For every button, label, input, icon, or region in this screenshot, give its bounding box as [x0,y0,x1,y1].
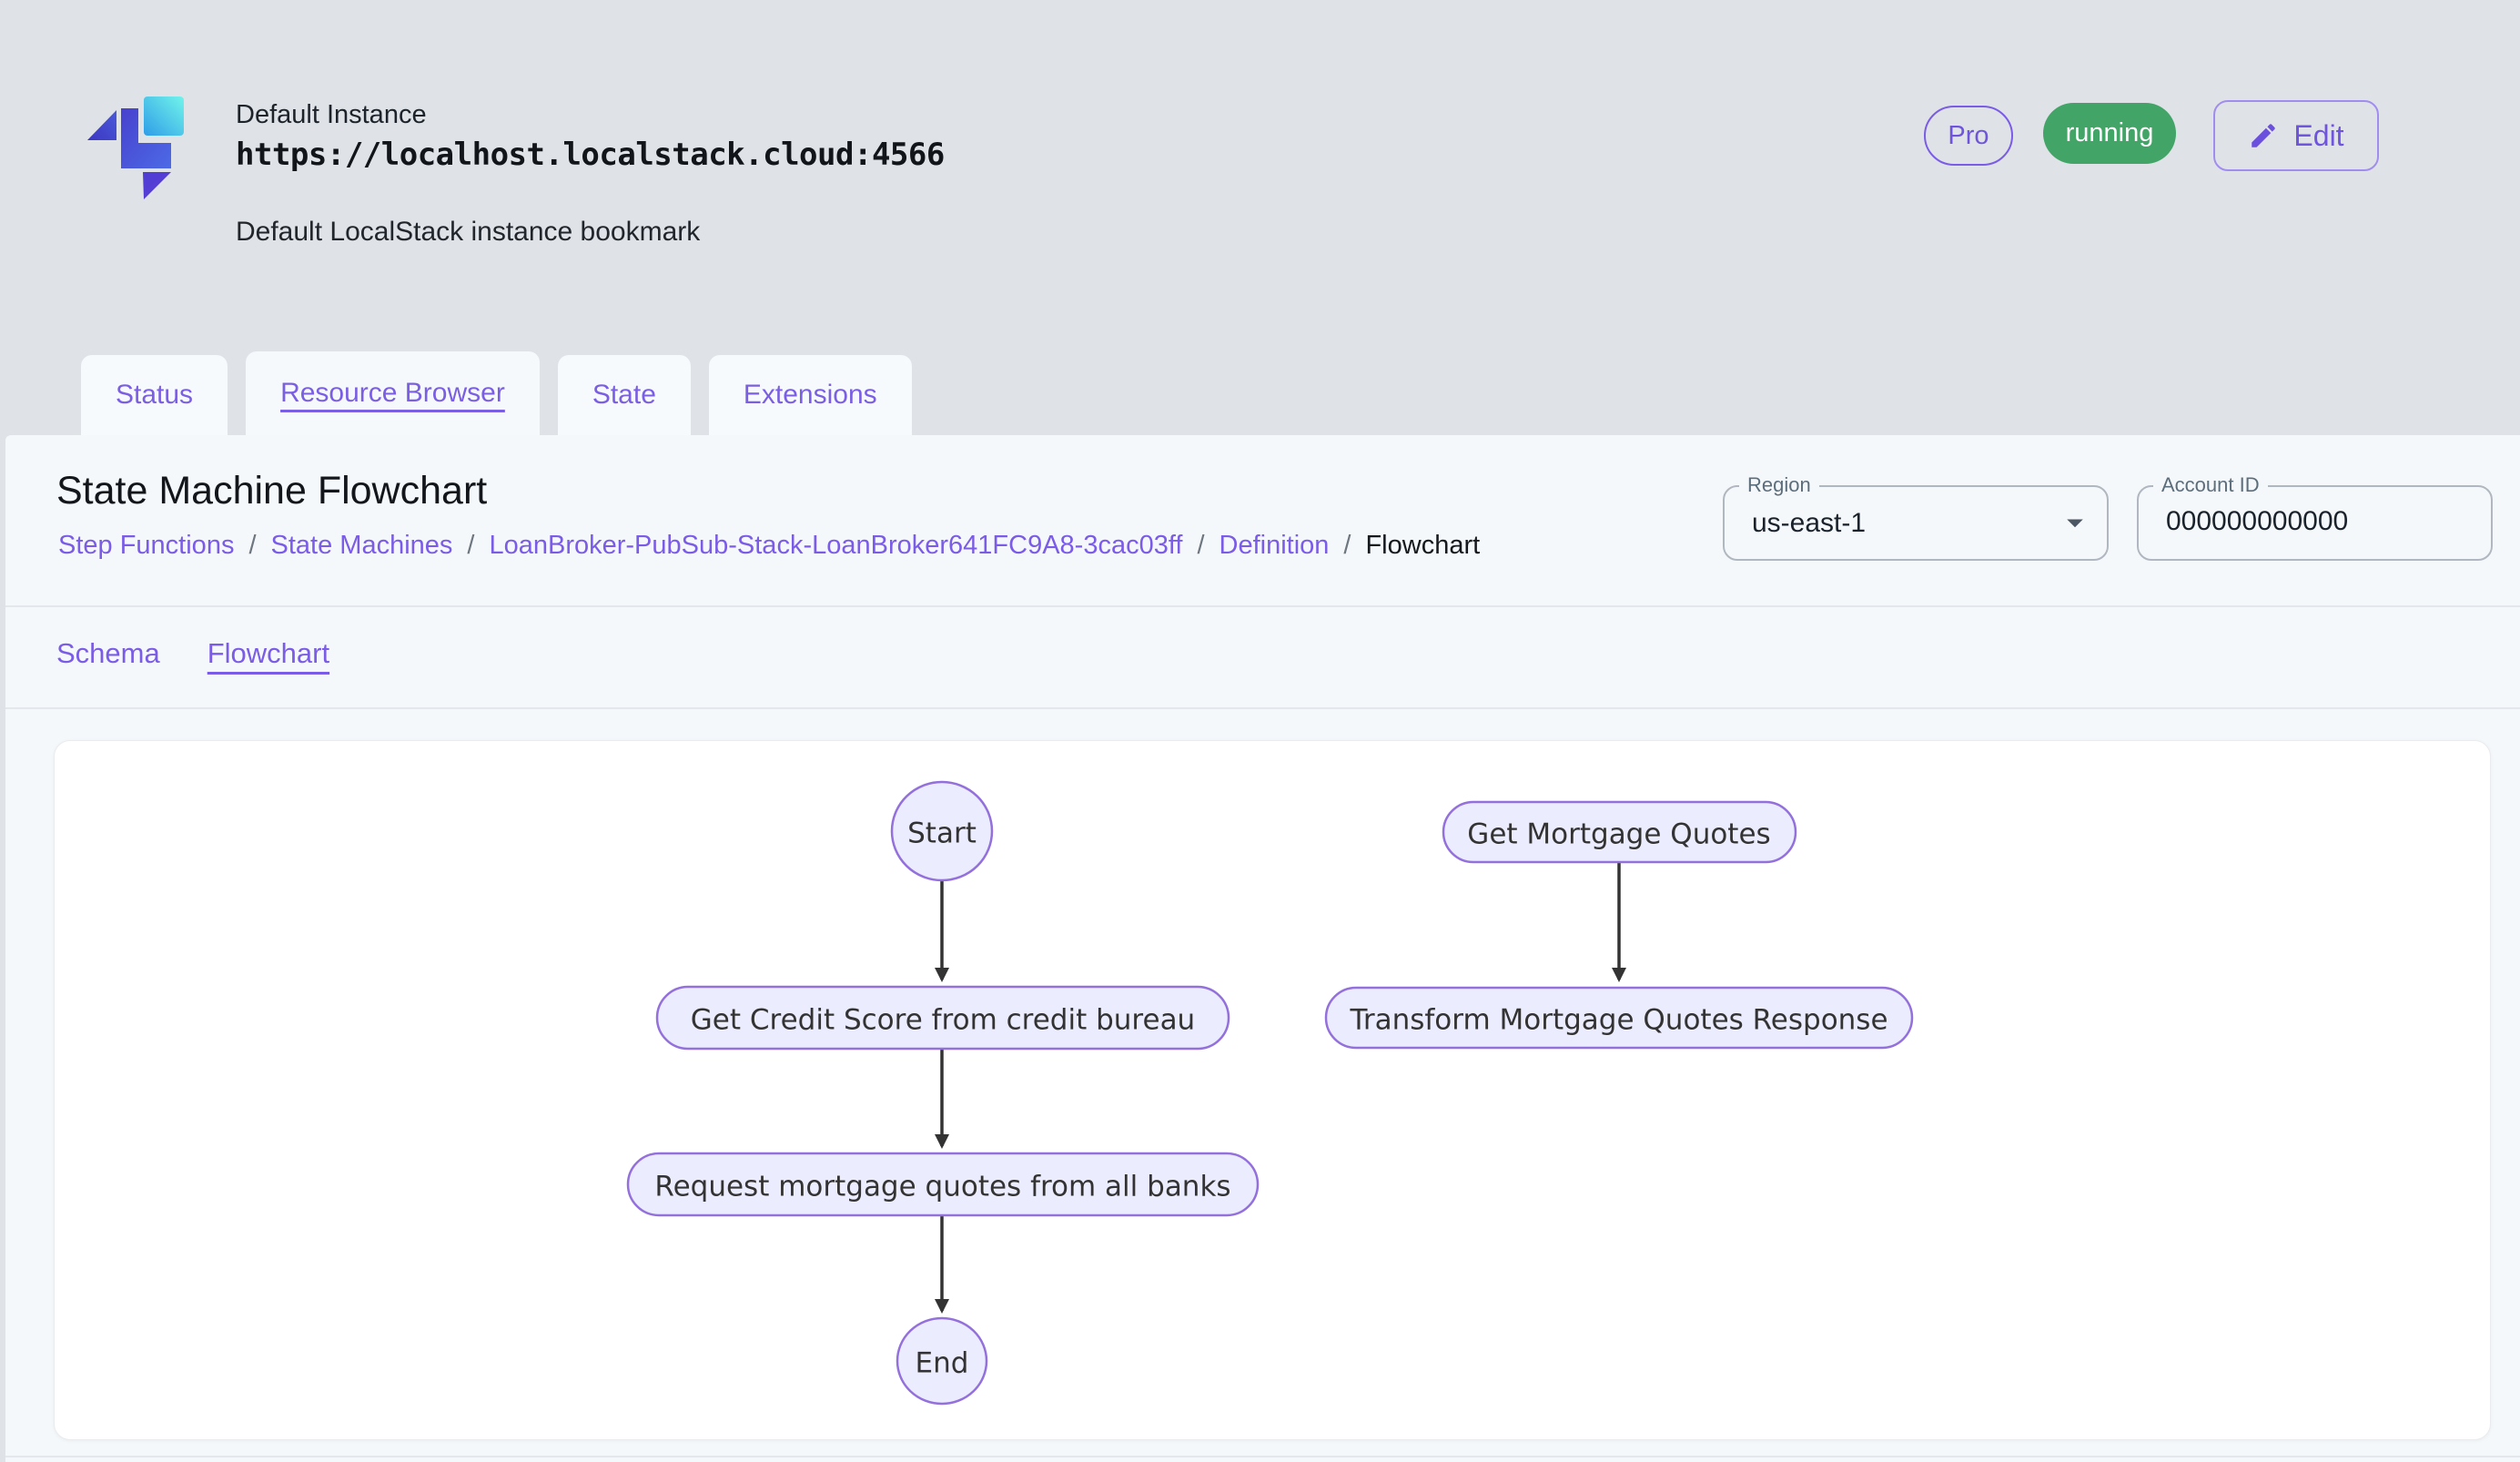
breadcrumb-separator: / [1343,531,1351,561]
instance-url: https://localhost.localstack.cloud:4566 [236,137,945,173]
definition-subtabs: Schema Flowchart [56,637,329,670]
region-select-value: us-east-1 [1752,487,1866,559]
breadcrumb-flowchart: Flowchart [1365,531,1480,561]
status-badge: running [2043,103,2176,164]
edit-button-label: Edit [2293,119,2343,153]
svg-text:Request mortgage quotes from a: Request mortgage quotes from all banks [654,1171,1230,1203]
account-id-field: Account ID [2137,485,2493,561]
svg-text:Transform Mortgage Quotes Resp: Transform Mortgage Quotes Response [1349,1004,1887,1037]
breadcrumb-state-machine-name[interactable]: LoanBroker-PubSub-Stack-LoanBroker641FC9… [489,531,1182,561]
divider [5,1456,2520,1457]
divider [5,605,2520,607]
tab-state[interactable]: State [558,355,691,435]
edit-button[interactable]: Edit [2213,100,2379,171]
caret-down-icon [2056,503,2094,542]
pro-badge: Pro [1924,106,2013,166]
svg-text:Get Mortgage Quotes: Get Mortgage Quotes [1467,818,1770,851]
pencil-icon [2248,120,2279,151]
breadcrumb-definition[interactable]: Definition [1220,531,1330,561]
breadcrumb-separator: / [1197,531,1204,561]
instance-description: Default LocalStack instance bookmark [236,217,700,248]
node-end: End [897,1318,987,1404]
svg-text:Start: Start [907,817,977,850]
node-request-quotes: Request mortgage quotes from all banks [628,1153,1258,1215]
main-tabs: Status Resource Browser State Extensions [81,351,912,435]
subtab-flowchart[interactable]: Flowchart [207,637,329,670]
region-select[interactable]: Region us-east-1 [1723,485,2109,561]
breadcrumb-separator: / [467,531,474,561]
subtab-schema[interactable]: Schema [56,637,160,670]
account-id-input[interactable] [2166,487,2439,555]
breadcrumb: Step Functions / State Machines / LoanBr… [58,531,1480,561]
node-get-credit-score: Get Credit Score from credit bureau [657,987,1229,1049]
breadcrumb-step-functions[interactable]: Step Functions [58,531,234,561]
svg-text:Get Credit Score from credit b: Get Credit Score from credit bureau [691,1004,1195,1037]
tab-extensions[interactable]: Extensions [709,355,912,435]
node-start: Start [892,782,992,880]
node-transform-response: Transform Mortgage Quotes Response [1326,988,1912,1048]
flowchart-card: Start Get Credit Score from credit burea… [54,740,2491,1440]
localstack-logo [86,93,214,207]
tab-resource-browser[interactable]: Resource Browser [246,351,540,435]
tab-status[interactable]: Status [81,355,228,435]
breadcrumb-state-machines[interactable]: State Machines [271,531,453,561]
page-title: State Machine Flowchart [56,469,487,513]
node-get-mortgage-quotes: Get Mortgage Quotes [1443,802,1796,862]
svg-text:End: End [916,1347,969,1380]
state-machine-flowchart: Start Get Credit Score from credit burea… [55,741,2490,1439]
localstack-app: Default Instance https://localhost.local… [0,0,2520,1462]
breadcrumb-separator: / [248,531,256,561]
divider [5,707,2520,709]
instance-name: Default Instance [236,100,427,130]
